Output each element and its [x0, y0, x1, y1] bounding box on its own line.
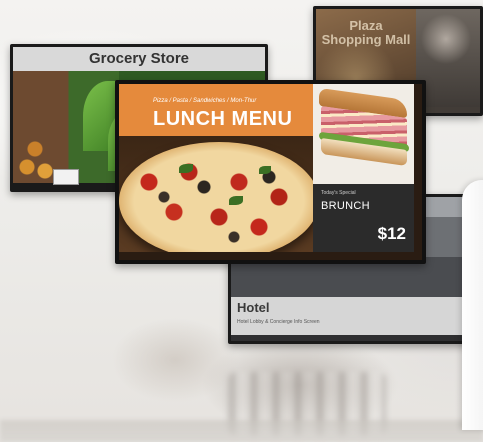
mall-title: Plaza Shopping Mall	[316, 19, 416, 47]
person-silhouette	[462, 180, 483, 430]
pizza-photo	[119, 136, 313, 252]
lunch-headline: LUNCH MENU	[153, 108, 293, 130]
hotel-info-bar: Hotel Hotel Lobby & Concierge Info Scree…	[231, 297, 479, 335]
grocery-title: Grocery Store	[88, 50, 190, 67]
pizza	[119, 142, 313, 252]
lunch-menu-panel: Pizza / Pasta / Sandwiches / Mon-Thur LU…	[119, 84, 313, 252]
lunch-menu-screen: Pizza / Pasta / Sandwiches / Mon-Thur LU…	[119, 84, 422, 260]
signage-showcase-scene: Plaza Shopping Mall Grocery Store Hotel …	[0, 0, 483, 442]
lunch-menu-display: Pizza / Pasta / Sandwiches / Mon-Thur LU…	[115, 80, 426, 264]
blurred-floor	[0, 420, 483, 442]
brunch-label: BRUNCH	[321, 200, 370, 212]
brunch-caption: Today's Special	[321, 190, 356, 196]
lunch-subtitle: Pizza / Pasta / Sandwiches / Mon-Thur	[153, 98, 257, 104]
sandwich-photo	[313, 84, 414, 184]
brunch-panel: Today's Special BRUNCH $12	[313, 184, 414, 252]
price-tag	[53, 169, 79, 185]
grocery-header: Grocery Store	[13, 47, 265, 71]
hotel-subtitle: Hotel Lobby & Concierge Info Screen	[237, 319, 320, 325]
mall-title-line2: Shopping Mall	[321, 32, 411, 47]
sandwich	[319, 87, 411, 170]
basil-leaf	[179, 164, 193, 173]
basil-leaf	[229, 196, 243, 205]
basil-leaf	[259, 166, 271, 174]
brunch-price: $12	[377, 224, 406, 243]
hotel-title: Hotel	[237, 300, 270, 315]
mall-title-line1: Plaza	[349, 18, 383, 33]
